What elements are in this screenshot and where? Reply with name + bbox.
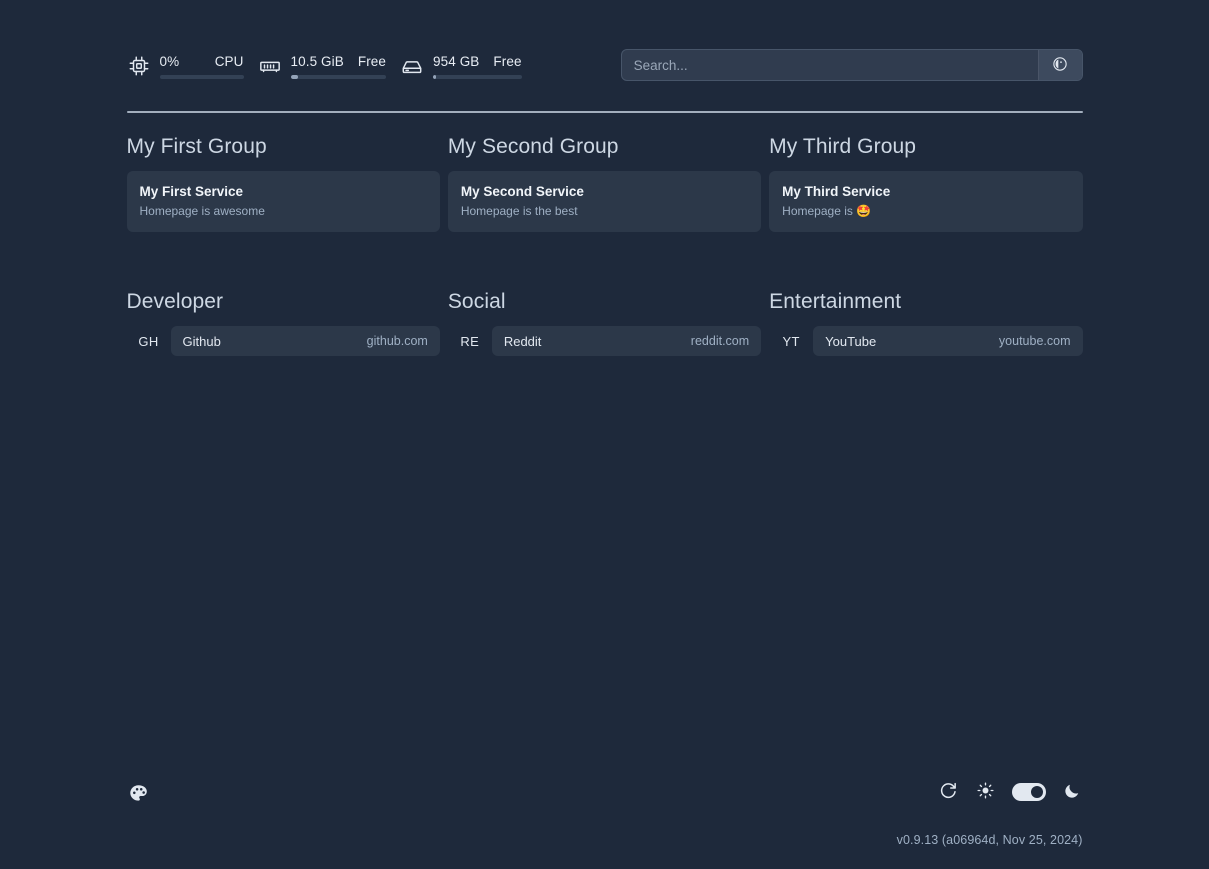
- bookmark-name: Reddit: [504, 334, 542, 349]
- dark-theme-button[interactable]: [1061, 781, 1083, 803]
- palette-icon: [128, 783, 149, 807]
- service-card[interactable]: My Second Service Homepage is the best: [448, 171, 761, 232]
- version-label: v0.9.13 (a06964d, Nov 25, 2024): [897, 833, 1083, 847]
- service-card[interactable]: My Third Service Homepage is 🤩: [769, 171, 1082, 232]
- light-theme-button[interactable]: [975, 781, 997, 803]
- widget-disk-label: Free: [493, 54, 521, 69]
- search-bar: [621, 49, 1083, 81]
- refresh-icon: [939, 781, 958, 803]
- group-title: Developer: [127, 290, 440, 326]
- disk-icon: [400, 54, 424, 78]
- service-groups: My First Group My First Service Homepage…: [127, 135, 1083, 232]
- widget-cpu-value: 0%: [160, 54, 180, 69]
- service-name: My Third Service: [782, 183, 1069, 201]
- widget-cpu-label: CPU: [215, 54, 244, 69]
- widget-cpu-bar: [160, 75, 244, 79]
- cpu-icon: [127, 54, 151, 78]
- group-title: Social: [448, 290, 761, 326]
- bookmark-item[interactable]: YT YouTube youtube.com: [769, 326, 1082, 356]
- group-title: My Third Group: [769, 135, 1082, 171]
- service-card[interactable]: My First Service Homepage is awesome: [127, 171, 440, 232]
- color-palette-button[interactable]: [127, 783, 151, 807]
- bookmark-abbr: RE: [448, 326, 492, 356]
- service-description: Homepage is 🤩: [782, 204, 1069, 220]
- service-group-second: My Second Group My Second Service Homepa…: [448, 135, 761, 232]
- memory-icon: [258, 54, 282, 78]
- sun-icon: [977, 782, 994, 802]
- service-name: My Second Service: [461, 183, 748, 201]
- service-description: Homepage is the best: [461, 204, 748, 220]
- search-submit-button[interactable]: [1038, 50, 1082, 80]
- group-title: My Second Group: [448, 135, 761, 171]
- widget-memory: 10.5 GiB Free: [258, 51, 401, 79]
- refresh-button[interactable]: [938, 781, 960, 803]
- header: 0% CPU: [127, 44, 1083, 86]
- bookmark-body: YouTube youtube.com: [813, 326, 1082, 356]
- bookmark-group-entertainment: Entertainment YT YouTube youtube.com: [769, 290, 1082, 356]
- bookmark-body: Github github.com: [171, 326, 440, 356]
- bookmark-groups: Developer GH Github github.com Social RE…: [127, 290, 1083, 356]
- resource-widgets: 0% CPU: [127, 51, 536, 79]
- duckduckgo-icon: [1052, 56, 1068, 75]
- bookmark-item[interactable]: RE Reddit reddit.com: [448, 326, 761, 356]
- group-title: My First Group: [127, 135, 440, 171]
- search-input[interactable]: [622, 50, 1038, 80]
- header-divider: [127, 111, 1083, 113]
- bookmark-url: reddit.com: [691, 334, 749, 348]
- footer: v0.9.13 (a06964d, Nov 25, 2024): [0, 759, 1209, 869]
- service-group-first: My First Group My First Service Homepage…: [127, 135, 440, 232]
- bookmark-name: Github: [183, 334, 221, 349]
- bookmark-url: github.com: [367, 334, 428, 348]
- service-name: My First Service: [140, 183, 427, 201]
- widget-memory-value: 10.5 GiB: [291, 54, 344, 69]
- service-description: Homepage is awesome: [140, 204, 427, 220]
- widget-cpu: 0% CPU: [127, 51, 258, 79]
- bookmark-name: YouTube: [825, 334, 876, 349]
- widget-memory-bar: [291, 75, 387, 79]
- widget-disk: 954 GB Free: [400, 51, 536, 79]
- bookmark-body: Reddit reddit.com: [492, 326, 761, 356]
- bookmark-item[interactable]: GH Github github.com: [127, 326, 440, 356]
- widget-disk-value: 954 GB: [433, 54, 479, 69]
- bookmark-abbr: GH: [127, 326, 171, 356]
- theme-toggle-switch[interactable]: [1012, 783, 1046, 801]
- widget-memory-label: Free: [358, 54, 386, 69]
- homepage-dashboard: 0% CPU: [0, 0, 1209, 869]
- service-group-third: My Third Group My Third Service Homepage…: [769, 135, 1082, 232]
- group-title: Entertainment: [769, 290, 1082, 326]
- footer-controls: [938, 781, 1083, 803]
- widget-disk-bar: [433, 75, 522, 79]
- bookmark-url: youtube.com: [999, 334, 1071, 348]
- bookmark-group-social: Social RE Reddit reddit.com: [448, 290, 761, 356]
- bookmark-group-developer: Developer GH Github github.com: [127, 290, 440, 356]
- bookmark-abbr: YT: [769, 326, 813, 356]
- moon-icon: [1063, 782, 1081, 803]
